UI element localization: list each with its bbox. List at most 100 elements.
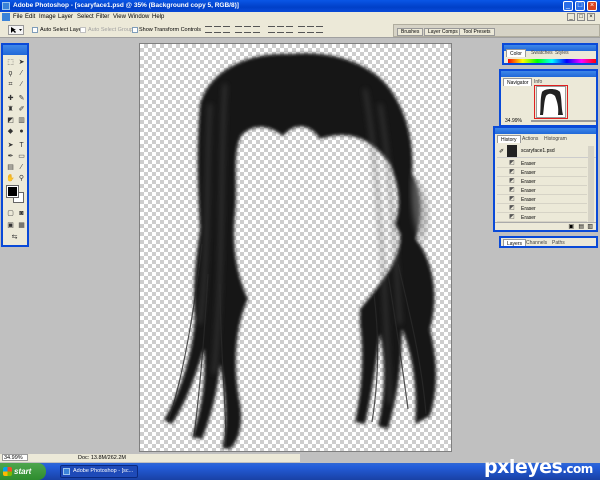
taskbar-app-photoshop[interactable]: Adobe Photoshop - [sc... [60,465,138,478]
well-tab-tool-presets[interactable]: Tool Presets [459,28,495,36]
menu-image[interactable]: Image [39,14,56,20]
history-step[interactable]: ◩ Eraser [497,168,587,177]
hand-tool-icon[interactable]: ✋ [5,174,16,184]
tab-paths[interactable]: Paths [549,239,568,246]
align-hcenter-icon[interactable] [244,26,251,33]
document-icon[interactable] [2,13,10,21]
navigator-palette-header[interactable] [501,71,596,77]
snapshot-name: scaryface1.psd [521,148,555,154]
notes-tool-icon[interactable]: ▤ [5,163,16,173]
doc-minimize-button[interactable]: _ [567,13,575,21]
quick-mask-on-icon[interactable]: ◙ [16,209,27,219]
zoom-level-field[interactable]: 34.99% [2,454,28,461]
show-transform-controls-checkbox[interactable] [132,27,138,33]
menu-filter[interactable]: Filter [96,14,109,20]
trash-icon[interactable]: ▥ [587,223,593,230]
menu-layer[interactable]: Layer [58,14,73,20]
navigator-zoom-slider[interactable] [531,120,596,122]
document-size-info[interactable]: Doc: 13.8M/262.2M [78,455,126,461]
tab-color[interactable]: Color [506,49,526,57]
options-bar: Auto Select Layer Auto Select Groups Sho… [0,22,600,38]
tab-channels[interactable]: Channels [523,239,550,246]
tab-actions[interactable]: Actions [519,135,541,143]
zoom-tool-icon[interactable]: ⚲ [16,174,27,184]
close-button[interactable]: × [587,1,597,11]
toolbox-header[interactable] [3,45,27,55]
document-canvas[interactable] [139,43,452,452]
menu-view[interactable]: View [113,14,126,20]
magic-wand-icon[interactable]: ⁄ [16,69,27,79]
crop-tool-icon[interactable]: ⌗ [5,80,16,90]
shape-tool-icon[interactable]: ▭ [16,152,27,162]
path-selection-icon[interactable]: ➤ [5,141,16,151]
type-tool-icon[interactable]: T [16,141,27,151]
eyedropper-icon[interactable]: ⁄ [16,163,27,173]
tab-navigator[interactable]: Navigator [503,78,533,86]
auto-select-layer-checkbox[interactable] [32,27,38,33]
history-scrollbar[interactable] [588,146,594,222]
healing-brush-icon[interactable]: ✚ [5,94,16,104]
distribute-bottom-icon[interactable] [286,26,293,33]
title-bar: Adobe Photoshop - [scaryface1.psd @ 35% … [0,0,600,12]
start-button[interactable]: start [0,463,46,480]
menu-file[interactable]: File [13,14,23,20]
history-step[interactable]: ◩ Eraser [497,195,587,204]
history-step[interactable]: ◩ Eraser [497,159,587,168]
foreground-color-swatch[interactable] [6,185,19,198]
tab-histogram[interactable]: Histogram [541,135,570,143]
menu-help[interactable]: Help [152,14,164,20]
distribute-top-icon[interactable] [268,26,275,33]
gradient-tool-icon[interactable]: ▥ [16,116,27,126]
tab-history[interactable]: History [497,135,521,143]
brush-tool-icon[interactable]: ✎ [16,94,27,104]
auto-select-groups-checkbox[interactable] [80,27,86,33]
screen-mode-full-icon[interactable]: ▦ [16,221,27,231]
well-tab-layer-comps[interactable]: Layer Comps [424,28,462,36]
well-tab-brushes[interactable]: Brushes [397,28,424,36]
distribute-right-icon[interactable] [316,26,323,33]
distribute-left-icon[interactable] [298,26,305,33]
dodge-tool-icon[interactable]: ● [16,127,27,137]
marquee-tool-icon[interactable]: ⬚ [5,58,16,68]
history-step[interactable]: ◩ Eraser [497,204,587,213]
minimize-button[interactable]: _ [563,1,573,11]
align-left-icon[interactable] [235,26,242,33]
menu-window[interactable]: Window [128,14,149,20]
slice-tool-icon[interactable]: ∕ [16,80,27,90]
history-step[interactable]: ◩ Eraser [497,177,587,186]
eraser-tool-icon[interactable]: ◩ [5,116,16,126]
screen-mode-icon[interactable]: ▣ [5,221,16,231]
distribute-hcenter-icon[interactable] [307,26,314,33]
navigator-view-box[interactable] [534,85,568,119]
new-snapshot-icon[interactable]: ▣ [568,223,574,230]
clone-stamp-icon[interactable]: ♜ [5,105,16,115]
doc-restore-button[interactable]: □ [577,13,585,21]
maximize-button[interactable]: □ [575,1,585,11]
doc-close-button[interactable]: × [587,13,595,21]
history-brush-source-icon[interactable]: ✐ [499,148,504,155]
blur-tool-icon[interactable]: ◆ [5,127,16,137]
menu-edit[interactable]: Edit [25,14,35,20]
history-step[interactable]: ◩ Eraser [497,213,587,222]
eraser-icon: ◩ [509,196,515,202]
move-tool-icon[interactable]: ➤ [16,58,27,68]
history-palette-header[interactable] [495,128,596,134]
align-right-icon[interactable] [253,26,260,33]
quick-mask-off-icon[interactable]: ▢ [5,209,16,219]
align-bottom-icon[interactable] [223,26,230,33]
jump-to-imageready-icon[interactable]: ⇆ [9,233,20,243]
color-spectrum-bar[interactable] [508,59,596,63]
history-snapshot[interactable]: ✐ scaryface1.psd [497,144,596,158]
align-vcenter-icon[interactable] [214,26,221,33]
lasso-tool-icon[interactable]: ϙ [5,69,16,79]
new-document-icon[interactable]: ▤ [578,223,584,230]
align-top-icon[interactable] [205,26,212,33]
menu-select[interactable]: Select [77,14,94,20]
pen-tool-icon[interactable]: ✒ [5,152,16,162]
history-step[interactable]: ◩ Eraser [497,186,587,195]
navigator-zoom-value[interactable]: 34.99% [505,118,522,124]
history-brush-icon[interactable]: ✐ [16,105,27,115]
tab-styles[interactable]: Styles [552,49,572,57]
distribute-vcenter-icon[interactable] [277,26,284,33]
tool-preset-picker[interactable] [8,25,24,35]
